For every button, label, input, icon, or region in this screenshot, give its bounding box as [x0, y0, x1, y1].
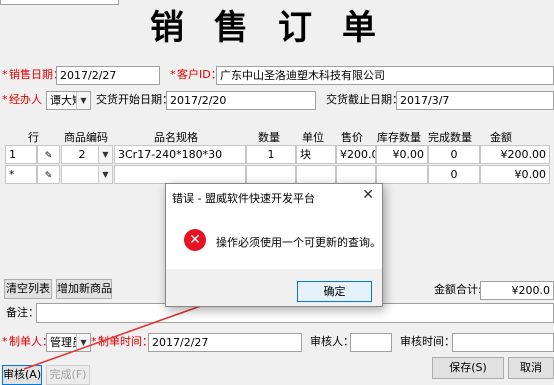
error-dialog: 错误 - 盟威软件快速开发平台 ✕ ✕ 操作必须使用一个可更新的查询。 确定: [165, 183, 383, 307]
dialog-title: 错误 - 盟威软件快速开发平台: [172, 192, 315, 205]
close-icon[interactable]: ✕: [362, 187, 374, 203]
dialog-message: 操作必须使用一个可更新的查询。: [216, 236, 381, 249]
error-icon: ✕: [184, 229, 206, 251]
ok-button[interactable]: 确定: [297, 281, 372, 302]
